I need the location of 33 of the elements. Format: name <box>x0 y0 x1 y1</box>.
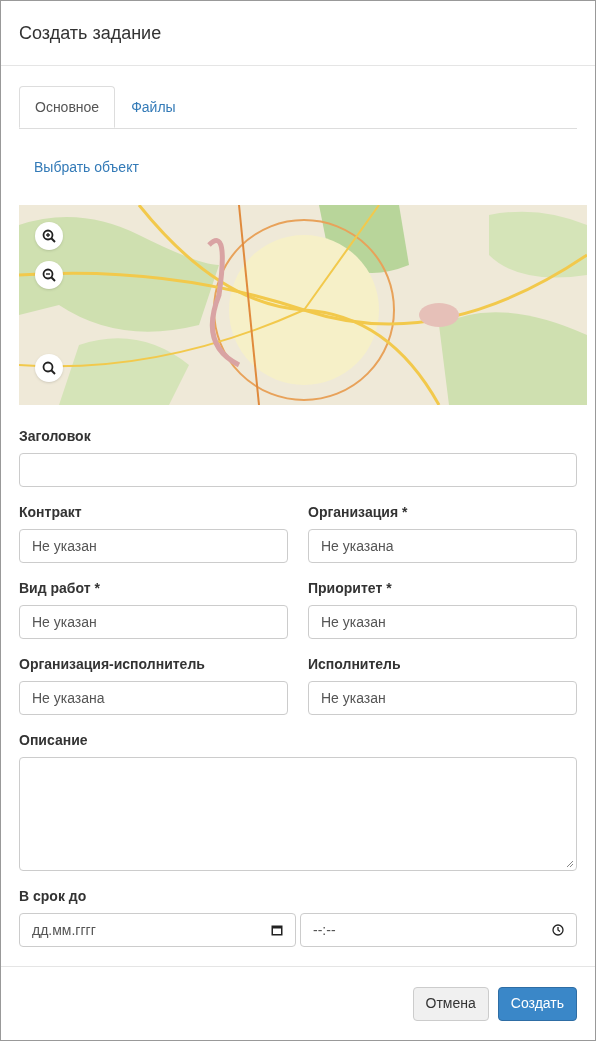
dialog-title: Создать задание <box>19 21 162 45</box>
search-icon <box>42 361 56 375</box>
field-label: Вид работ * <box>19 579 101 598</box>
field-label: Приоритет * <box>308 579 393 598</box>
clock-icon <box>552 924 564 936</box>
input-field[interactable]: Не указан <box>19 605 288 639</box>
field-label: Описание <box>19 731 89 750</box>
zoom-in-icon <box>42 229 56 243</box>
date-field[interactable]: дд.мм.гггг <box>19 913 296 947</box>
zoom-out-icon <box>42 268 56 282</box>
textarea-field[interactable] <box>19 757 577 871</box>
field-label: Заголовок <box>19 427 92 446</box>
input-field[interactable]: Не указан <box>308 681 577 715</box>
field-label: Организация-исполнитель <box>19 655 206 674</box>
field-label: В срок до <box>19 887 88 906</box>
time-field[interactable]: --:-- <box>300 913 577 947</box>
input-field[interactable] <box>19 453 577 487</box>
resize-handle-icon <box>566 860 574 868</box>
cancel-button[interactable]: Отмена <box>412 986 489 1021</box>
select-object-link[interactable]: Выбрать объект <box>34 156 139 178</box>
input-field[interactable]: Не указана <box>19 681 288 715</box>
input-field[interactable]: Не указан <box>19 529 288 563</box>
field-label: Организация * <box>308 503 409 522</box>
input-field[interactable]: Не указан <box>308 605 577 639</box>
input-field[interactable]: Не указана <box>308 529 577 563</box>
field-label: Контракт <box>19 503 83 522</box>
time-placeholder: --:-- <box>313 920 336 940</box>
field-label: Исполнитель <box>308 655 402 674</box>
calendar-icon <box>271 924 283 936</box>
tab[interactable]: Основное <box>19 86 116 128</box>
date-placeholder: дд.мм.гггг <box>32 920 96 940</box>
create-button[interactable]: Создать <box>497 986 577 1021</box>
tab[interactable]: Файлы <box>115 86 192 128</box>
